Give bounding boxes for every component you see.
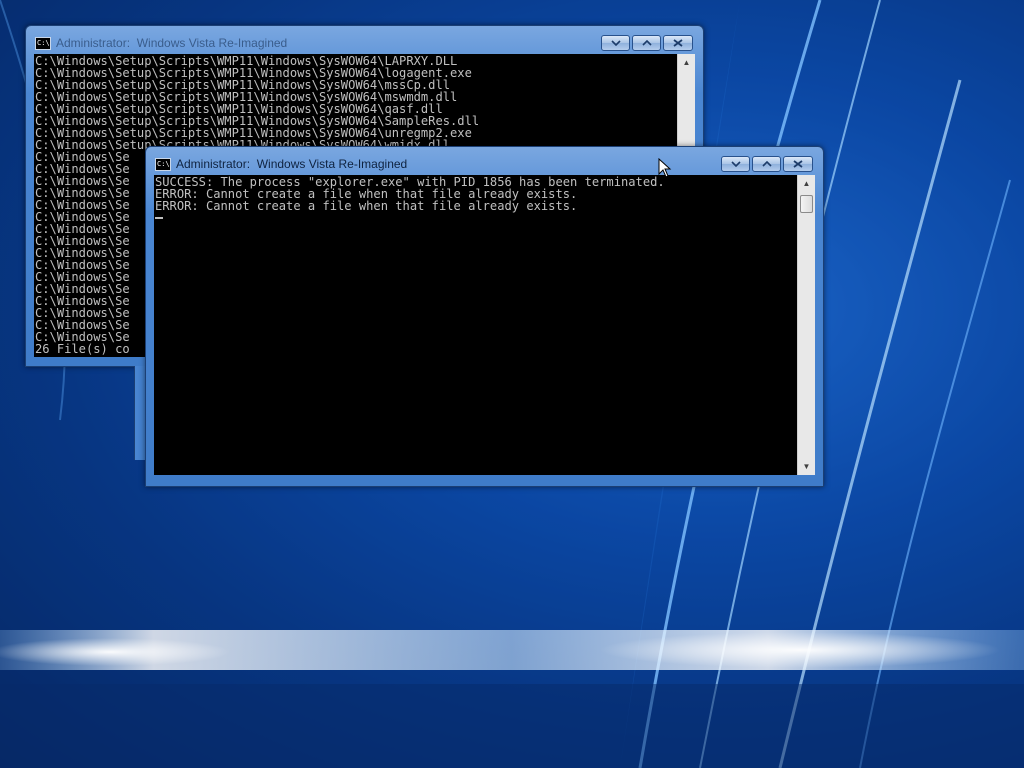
close-icon <box>793 160 803 168</box>
minimize-button[interactable] <box>601 35 630 51</box>
console-line: ERROR: Cannot create a file when that fi… <box>155 199 578 213</box>
console-text: SUCCESS: The process "explorer.exe" with… <box>154 175 797 224</box>
console-window-front[interactable]: C:\ Administrator: Windows Vista Re-Imag… <box>145 146 824 487</box>
maximize-icon <box>641 40 652 46</box>
minimize-button[interactable] <box>721 156 750 172</box>
window-title: Administrator: Windows Vista Re-Imagined <box>176 157 408 171</box>
titlebar[interactable]: C:\ Administrator: Windows Vista Re-Imag… <box>146 147 823 175</box>
mouse-pointer-icon <box>658 157 672 183</box>
console-output[interactable]: SUCCESS: The process "explorer.exe" with… <box>154 175 797 475</box>
window-title: Administrator: Windows Vista Re-Imagined <box>56 36 288 50</box>
vertical-scrollbar[interactable]: ▲ <box>677 54 695 154</box>
maximize-icon <box>761 161 772 167</box>
window-controls <box>599 35 693 51</box>
close-button[interactable] <box>663 35 693 51</box>
minimize-icon <box>730 161 741 167</box>
cmd-icon: C:\ <box>155 158 171 171</box>
scroll-up-icon[interactable]: ▲ <box>678 54 695 71</box>
cmd-icon: C:\ <box>35 37 51 50</box>
maximize-button[interactable] <box>752 156 781 172</box>
window-controls <box>719 156 813 172</box>
text-cursor <box>155 217 163 219</box>
scroll-up-icon[interactable]: ▲ <box>798 175 815 192</box>
maximize-button[interactable] <box>632 35 661 51</box>
minimize-icon <box>610 40 621 46</box>
titlebar[interactable]: C:\ Administrator: Windows Vista Re-Imag… <box>26 26 703 54</box>
console-line: 26 File(s) co <box>35 342 130 356</box>
vertical-scrollbar[interactable]: ▲ ▼ <box>797 175 815 475</box>
close-icon <box>673 39 683 47</box>
scroll-down-icon[interactable]: ▼ <box>798 458 815 475</box>
close-button[interactable] <box>783 156 813 172</box>
scroll-thumb[interactable] <box>800 195 813 213</box>
